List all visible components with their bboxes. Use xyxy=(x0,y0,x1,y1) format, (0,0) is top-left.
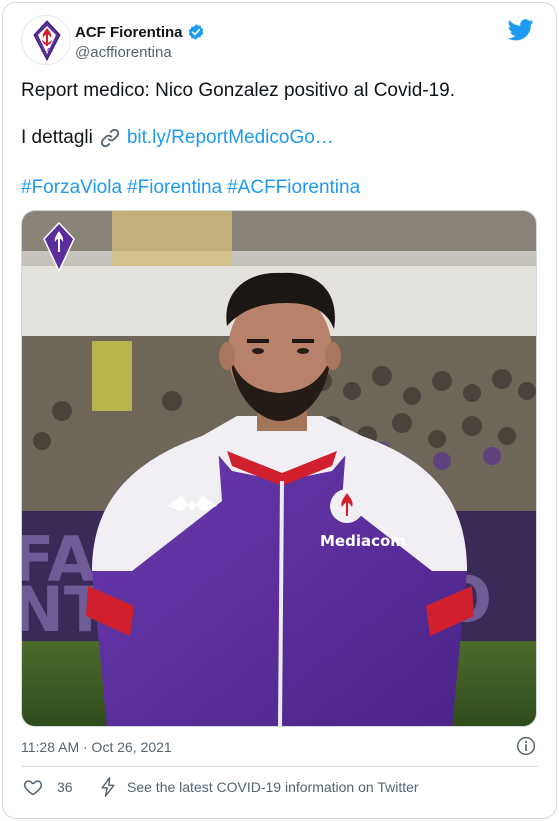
svg-text:A.C.: A.C. xyxy=(41,48,53,54)
link-chain-icon xyxy=(100,128,119,148)
author-handle[interactable]: @acffiorentina xyxy=(75,44,172,61)
covid-info-text: See the latest COVID-19 information on T… xyxy=(127,779,419,795)
heart-icon xyxy=(23,780,43,796)
shortened-link[interactable]: bit.ly/ReportMedicoGo… xyxy=(127,127,334,149)
hashtag-line: #ForzaViola #Fiorentina #ACFFiorentina xyxy=(21,177,365,199)
author-display-name-row[interactable]: ACF Fiorentina xyxy=(75,23,205,41)
jacket-sponsor: Mediacom xyxy=(320,532,406,550)
verified-badge-icon xyxy=(188,24,203,40)
details-label: I dettagli xyxy=(21,127,93,148)
tweet-card: A.C. ACF Fiorentina @acffiorentina Repor… xyxy=(2,2,557,819)
covid-info-link[interactable]: See the latest COVID-19 information on T… xyxy=(99,777,419,797)
twitter-bird-icon[interactable] xyxy=(508,19,534,41)
hashtag-link[interactable]: #ACFFiorentina xyxy=(227,177,360,198)
fiorentina-crest-icon: A.C. xyxy=(22,16,70,64)
info-icon[interactable] xyxy=(516,736,536,756)
lightning-bolt-icon xyxy=(101,777,115,797)
author-avatar[interactable]: A.C. xyxy=(21,15,71,65)
like-count: 36 xyxy=(57,779,73,795)
player-photo: FA NT LO Mediacom xyxy=(22,211,536,726)
hashtag-link[interactable]: #ForzaViola xyxy=(21,177,122,198)
tweet-details-line: I dettagli bit.ly/ReportMedicoGo… xyxy=(21,127,334,149)
tweet-text-line: Report medico: Nico Gonzalez positivo al… xyxy=(21,80,456,101)
tweet-timestamp[interactable]: 11:28 AM · Oct 26, 2021 xyxy=(21,739,172,755)
tweet-photo[interactable]: FA NT LO Mediacom xyxy=(21,210,537,727)
like-button[interactable]: 36 xyxy=(23,777,73,797)
hashtag-link[interactable]: #Fiorentina xyxy=(127,177,222,198)
footer-divider xyxy=(21,766,538,767)
author-display-name[interactable]: ACF Fiorentina xyxy=(75,24,183,41)
